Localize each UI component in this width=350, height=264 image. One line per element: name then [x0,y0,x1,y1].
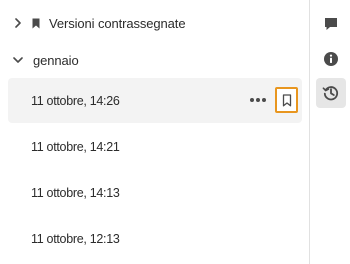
more-icon [250,98,254,102]
month-group-label: gennaio [33,52,79,68]
version-item[interactable]: 11 ottobre, 14:21 [8,124,302,169]
version-time: 11 ottobre, 12:13 [31,231,120,246]
bookmark-filled-icon [32,17,42,29]
version-time: 11 ottobre, 14:21 [31,139,120,154]
right-rail [310,0,350,264]
chevron-down-icon[interactable] [11,53,25,67]
versions-panel: Versioni contrassegnate gennaio 11 ottob… [0,0,309,264]
version-time: 11 ottobre, 14:26 [31,93,120,108]
version-time: 11 ottobre, 14:13 [31,185,120,200]
version-item[interactable]: 11 ottobre, 14:26 [8,78,302,123]
info-button[interactable] [316,44,346,74]
history-icon [322,84,340,102]
comment-icon [323,16,339,32]
version-item[interactable]: 11 ottobre, 12:13 [8,216,302,261]
marked-versions-label: Versioni contrassegnate [49,15,186,31]
marked-versions-group[interactable]: Versioni contrassegnate [0,10,300,36]
comments-button[interactable] [316,9,346,39]
info-icon [323,51,339,67]
mark-version-button[interactable] [275,87,298,113]
version-item[interactable]: 11 ottobre, 14:13 [8,170,302,215]
version-history-button[interactable] [316,78,346,108]
more-options-button[interactable] [248,90,268,110]
month-group-gennaio[interactable]: gennaio [0,47,300,73]
chevron-right-icon[interactable] [11,16,25,30]
bookmark-outline-icon [282,93,292,107]
